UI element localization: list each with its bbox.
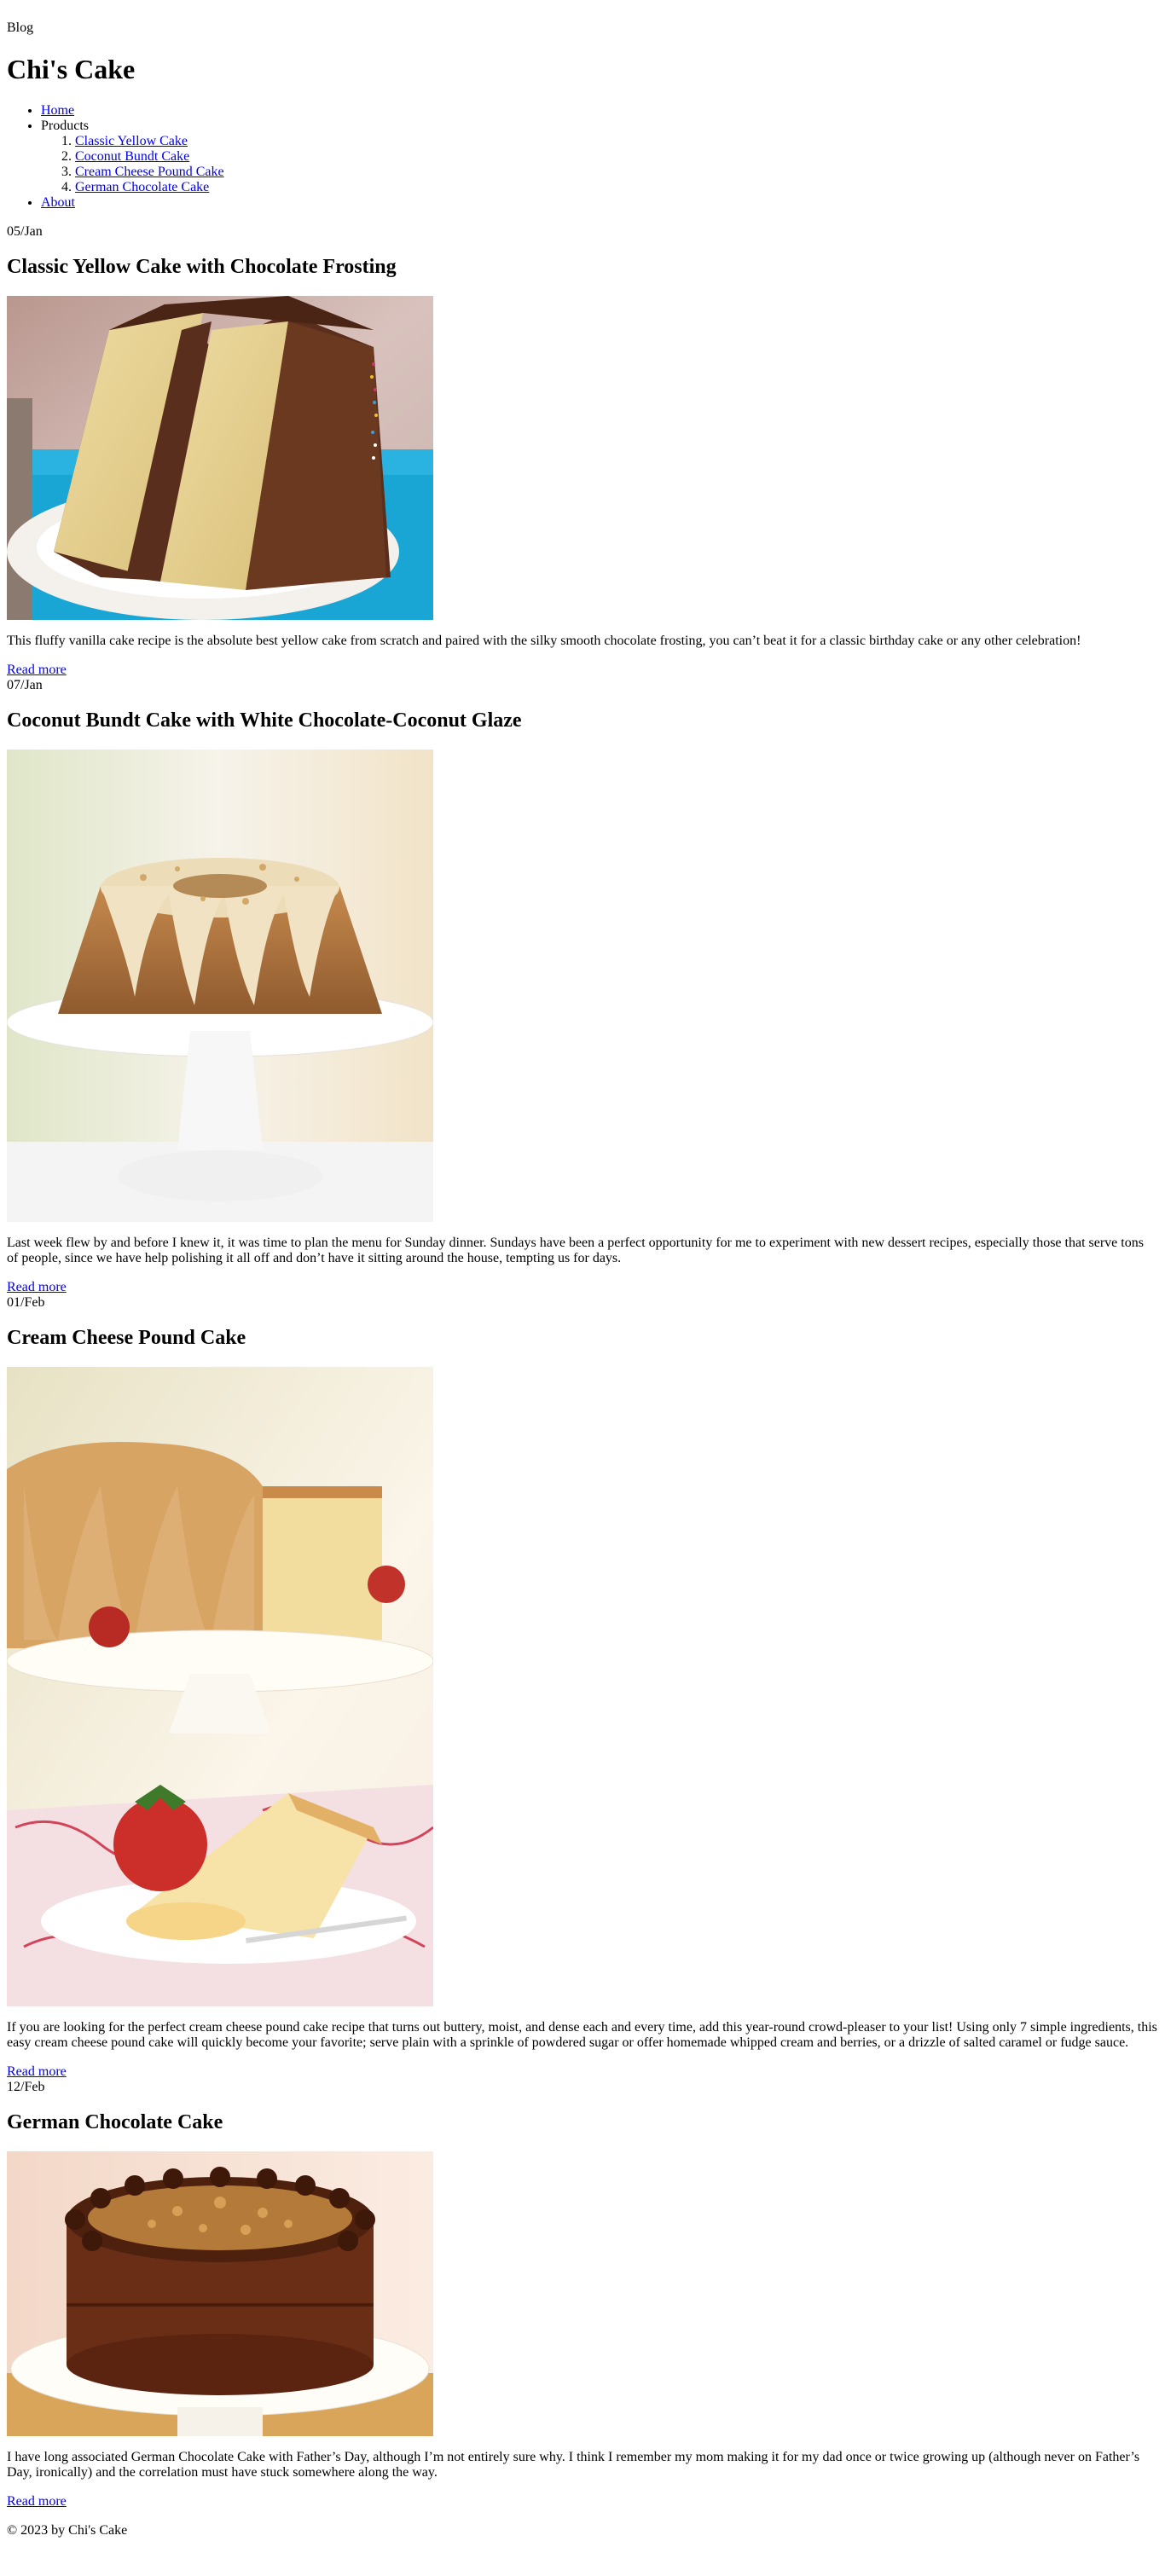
post-image-german-chocolate-cake: [7, 2151, 433, 2436]
site-title: Chi's Cake: [7, 54, 136, 84]
post-date: 07/Jan: [7, 678, 43, 692]
submenu-link-classic-yellow-cake[interactable]: Classic Yellow Cake: [75, 134, 188, 148]
post-excerpt: Last week flew by and before I knew it, …: [7, 1236, 1144, 1265]
post-image-coconut-bundt-cake: [7, 750, 433, 1222]
post-image-yellow-cake: [7, 296, 433, 620]
read-more-link[interactable]: Read more: [7, 2064, 67, 2080]
post-excerpt: If you are looking for the perfect cream…: [7, 2020, 1157, 2050]
nav-item-products: Products Classic Yellow Cake Coconut Bun…: [41, 119, 1158, 195]
submenu-item: German Chocolate Cake: [75, 180, 1158, 195]
post-cream-cheese-pound-cake: 01/Feb Cream Cheese Pound Cake If you ar…: [7, 1295, 1158, 2080]
post-german-chocolate-cake: 12/Feb German Chocolate Cake I have long…: [7, 2080, 1158, 2509]
post-excerpt: This fluffy vanilla cake recipe is the a…: [7, 634, 1081, 648]
submenu-item: Cream Cheese Pound Cake: [75, 165, 1158, 180]
read-more-link[interactable]: Read more: [7, 663, 67, 678]
main-nav-list: Home Products Classic Yellow Cake Coconu…: [7, 103, 1158, 211]
nav-item-about: About: [41, 195, 1158, 211]
post-title: German Chocolate Cake: [7, 2111, 223, 2133]
nav-item-home: Home: [41, 103, 1158, 119]
read-more-link[interactable]: Read more: [7, 1280, 67, 1295]
submenu-link-coconut-bundt-cake[interactable]: Coconut Bundt Cake: [75, 149, 189, 164]
post-list: 05/Jan Classic Yellow Cake with Chocolat…: [7, 224, 1158, 2509]
submenu-link-german-chocolate-cake[interactable]: German Chocolate Cake: [75, 180, 209, 194]
main-nav: Home Products Classic Yellow Cake Coconu…: [7, 103, 1158, 211]
site-footer: © 2023 by Chi's Cake: [7, 2523, 1158, 2538]
submenu-link-cream-cheese-pound-cake[interactable]: Cream Cheese Pound Cake: [75, 165, 224, 179]
read-more-link[interactable]: Read more: [7, 2494, 67, 2509]
site-header: Blog Chi's Cake Home Products Classic Ye…: [7, 7, 1158, 211]
nav-label-products: Products: [41, 119, 89, 133]
blog-label: Blog: [7, 20, 34, 35]
post-date: 05/Jan: [7, 224, 43, 239]
post-excerpt: I have long associated German Chocolate …: [7, 2450, 1140, 2480]
post-title: Cream Cheese Pound Cake: [7, 1327, 246, 1349]
post-classic-yellow-cake: 05/Jan Classic Yellow Cake with Chocolat…: [7, 224, 1158, 678]
submenu-item: Classic Yellow Cake: [75, 134, 1158, 149]
submenu-item: Coconut Bundt Cake: [75, 149, 1158, 165]
post-title: Coconut Bundt Cake with White Chocolate-…: [7, 709, 522, 732]
post-date: 01/Feb: [7, 1295, 45, 1310]
copyright-text: © 2023 by Chi's Cake: [7, 2523, 128, 2538]
post-date: 12/Feb: [7, 2080, 45, 2094]
page: Blog Chi's Cake Home Products Classic Ye…: [0, 0, 1165, 2538]
products-submenu: Classic Yellow Cake Coconut Bundt Cake C…: [41, 134, 1158, 195]
post-image-pound-cake: [7, 1367, 433, 2006]
nav-link-home[interactable]: Home: [41, 103, 74, 118]
post-title: Classic Yellow Cake with Chocolate Frost…: [7, 256, 397, 278]
post-coconut-bundt-cake: 07/Jan Coconut Bundt Cake with White Cho…: [7, 678, 1158, 1295]
nav-link-about[interactable]: About: [41, 195, 75, 210]
